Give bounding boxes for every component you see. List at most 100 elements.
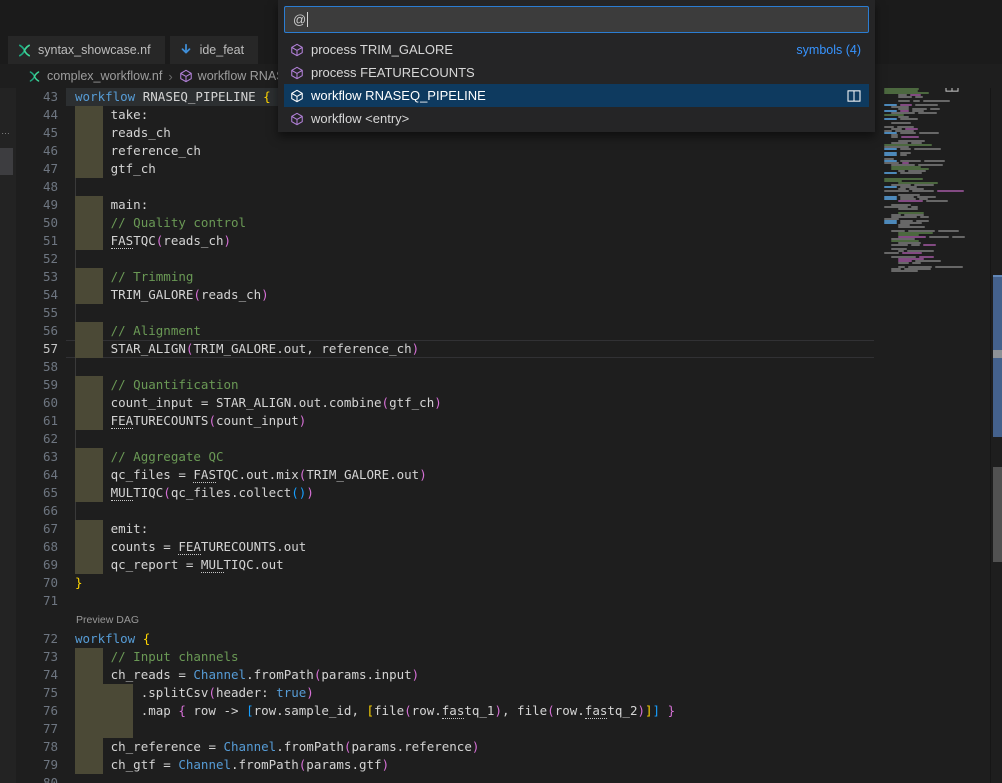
- tab-ide-features[interactable]: ide_feat: [170, 36, 258, 64]
- code-token: .fromPath: [246, 667, 314, 682]
- vertical-scrollbar[interactable]: [990, 88, 1002, 783]
- code-line[interactable]: 72workflow {: [0, 630, 880, 648]
- code-line[interactable]: 61 FEATURECOUNTS(count_input): [0, 412, 880, 430]
- code-line[interactable]: 66: [0, 502, 880, 520]
- code-line[interactable]: 62: [0, 430, 880, 448]
- whitespace-highlight: [75, 232, 103, 250]
- nextflow-file-icon: [28, 70, 41, 83]
- code-token: row ->: [186, 703, 246, 718]
- code-line[interactable]: 65 MULTIQC(qc_files.collect()): [0, 484, 880, 502]
- code-line-content: count_input = STAR_ALIGN.out.combine(gtf…: [75, 395, 442, 410]
- code-line[interactable]: 76 .map { row -> [row.sample_id, [file(r…: [0, 702, 880, 720]
- code-token: ): [306, 485, 314, 500]
- code-token: MUL: [201, 557, 224, 573]
- overflow-dots-icon: …: [1, 126, 11, 136]
- whitespace-highlight: [75, 214, 103, 232]
- code-token: .fromPath: [231, 757, 299, 772]
- sidebar-scrollbar-thumb[interactable]: [0, 148, 13, 175]
- code-line[interactable]: 50 // Quality control: [0, 214, 880, 232]
- quickopen-item-process[interactable]: process TRIM_GALOREsymbols (4): [284, 38, 869, 61]
- code-token: row.: [555, 703, 585, 718]
- code-line[interactable]: 73 // Input channels: [0, 648, 880, 666]
- indent-guide: [75, 358, 76, 376]
- code-token: qc_files.collect: [171, 485, 291, 500]
- code-token: .map: [141, 703, 179, 718]
- code-line-content: ch_reads = Channel.fromPath(params.input…: [75, 667, 419, 682]
- code-line[interactable]: 68 counts = FEATURECOUNTS.out: [0, 538, 880, 556]
- code-line-content: take:: [75, 107, 148, 122]
- breadcrumb-file[interactable]: complex_workflow.nf: [47, 69, 162, 83]
- whitespace-highlight: [75, 648, 103, 666]
- quickopen-item-label: process TRIM_GALORE: [311, 42, 453, 57]
- code-token: [: [246, 703, 254, 718]
- code-line[interactable]: 49 main:: [0, 196, 880, 214]
- code-line[interactable]: 57 STAR_ALIGN(TRIM_GALORE.out, reference…: [0, 340, 880, 358]
- code-token: {: [263, 89, 271, 104]
- code-line[interactable]: 54 TRIM_GALORE(reads_ch): [0, 286, 880, 304]
- code-line[interactable]: 75 .splitCsv(header: true): [0, 684, 880, 702]
- code-line[interactable]: 67 emit:: [0, 520, 880, 538]
- code-token: // Trimming: [111, 269, 194, 284]
- code-line[interactable]: 64 qc_files = FASTQC.out.mix(TRIM_GALORE…: [0, 466, 880, 484]
- code-line[interactable]: 77: [0, 720, 880, 738]
- code-line[interactable]: 55: [0, 304, 880, 322]
- code-line-content: TRIM_GALORE(reads_ch): [75, 287, 269, 302]
- code-line[interactable]: 53 // Trimming: [0, 268, 880, 286]
- code-token: qc_report =: [111, 557, 201, 572]
- whitespace-highlight: [75, 394, 103, 412]
- code-token: params.gtf: [306, 757, 381, 772]
- scrollbar-slider[interactable]: [993, 467, 1002, 562]
- code-line[interactable]: 69 qc_report = MULTIQC.out: [0, 556, 880, 574]
- code-line-content: // Aggregate QC: [75, 449, 224, 464]
- code-line[interactable]: 79 ch_gtf = Channel.fromPath(params.gtf): [0, 756, 880, 774]
- code-line[interactable]: 70}: [0, 574, 880, 592]
- code-line-content: workflow RNASEQ_PIPELINE {: [75, 89, 271, 104]
- whitespace-highlight: [75, 466, 103, 484]
- code-line[interactable]: 52: [0, 250, 880, 268]
- code-line[interactable]: 58: [0, 358, 880, 376]
- open-to-side-button[interactable]: [847, 90, 861, 102]
- preview-dag-codelens[interactable]: Preview DAG: [76, 614, 139, 626]
- code-line[interactable]: 78 ch_reference = Channel.fromPath(param…: [0, 738, 880, 756]
- code-line[interactable]: 59 // Quantification: [0, 376, 880, 394]
- code-token: reads_ch: [201, 287, 261, 302]
- code-line[interactable]: 80: [0, 774, 880, 783]
- whitespace-highlight: [75, 538, 103, 556]
- indent-guide: [75, 250, 76, 268]
- whitespace-highlight: [75, 160, 103, 178]
- code-line-content: emit:: [75, 521, 148, 536]
- code-token: TRIM_GALORE.out, reference_ch: [193, 341, 411, 356]
- code-token: , file: [502, 703, 547, 718]
- download-arrow-icon: [179, 43, 194, 58]
- code-line[interactable]: 74 ch_reads = Channel.fromPath(params.in…: [0, 666, 880, 684]
- code-line[interactable]: 47 gtf_ch: [0, 160, 880, 178]
- code-editor[interactable]: 43workflow RNASEQ_PIPELINE {44 take:45 r…: [0, 88, 880, 783]
- code-token: reads_ch: [163, 233, 223, 248]
- code-token: count_input = STAR_ALIGN.out.combine: [111, 395, 382, 410]
- minimap[interactable]: [881, 88, 981, 778]
- code-token: ): [382, 757, 390, 772]
- quickopen-item-workflow[interactable]: workflow <entry>: [284, 107, 869, 130]
- quickopen-input[interactable]: @: [284, 6, 869, 33]
- code-line[interactable]: 60 count_input = STAR_ALIGN.out.combine(…: [0, 394, 880, 412]
- code-line[interactable]: 71: [0, 592, 880, 610]
- code-line-content: [75, 721, 141, 736]
- code-line[interactable]: 63 // Aggregate QC: [0, 448, 880, 466]
- vscode-window: syntax_showcase.nf ide_feat ⋯: [0, 0, 1002, 783]
- code-token: (: [208, 685, 216, 700]
- quickopen-item-workflow[interactable]: workflow RNASEQ_PIPELINE: [284, 84, 869, 107]
- code-line[interactable]: 48: [0, 178, 880, 196]
- code-line[interactable]: 46 reference_ch: [0, 142, 880, 160]
- whitespace-highlight: [75, 268, 103, 286]
- code-line[interactable]: 56 // Alignment: [0, 322, 880, 340]
- quickopen-item-process[interactable]: process FEATURECOUNTS: [284, 61, 869, 84]
- code-token: workflow: [75, 89, 135, 104]
- tab-syntax-showcase[interactable]: syntax_showcase.nf: [8, 36, 165, 64]
- code-token: ]: [645, 703, 653, 718]
- code-line[interactable]: 51 FASTQC(reads_ch): [0, 232, 880, 250]
- code-token: // Input channels: [111, 649, 239, 664]
- code-token: emit:: [111, 521, 149, 536]
- code-token: TRIM_GALORE: [111, 287, 194, 302]
- codelens-row: Preview DAG: [0, 610, 880, 630]
- code-line-content: ch_gtf = Channel.fromPath(params.gtf): [75, 757, 389, 772]
